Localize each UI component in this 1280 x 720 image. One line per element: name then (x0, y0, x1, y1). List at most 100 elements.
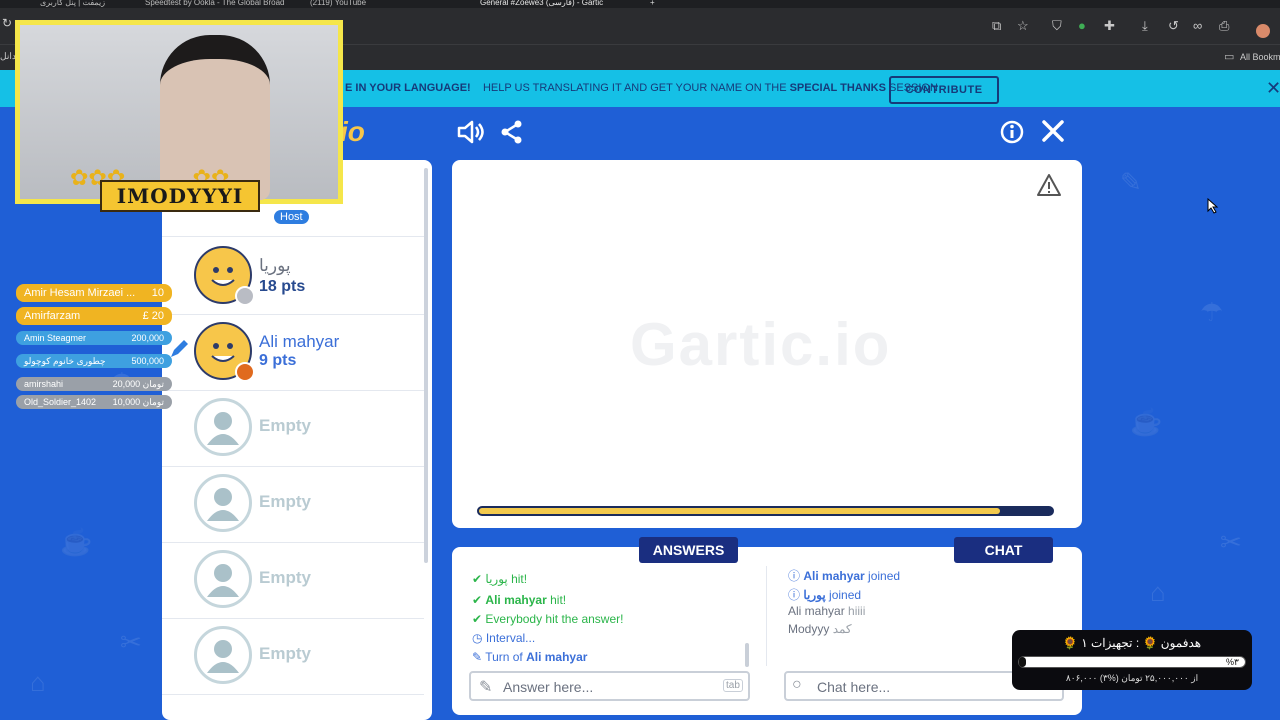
answer-line: ✔ Ali mahyar hit! (472, 593, 566, 607)
donor-name: چطوری خانوم کوچولو (24, 356, 106, 366)
player-name: Ali mahyar (259, 332, 340, 351)
player-row-empty: Empty (162, 542, 424, 619)
bookmark-item[interactable]: دانل (0, 51, 16, 62)
empty-avatar-icon (194, 398, 252, 456)
check-icon: ✔ (472, 572, 483, 586)
player-row-empty: Empty (162, 466, 424, 543)
answer-input[interactable]: ✎ Answer here... tab (469, 671, 750, 701)
all-bookmarks[interactable]: All Bookmarks (1240, 52, 1280, 62)
close-icon[interactable] (1042, 120, 1064, 142)
player-row[interactable]: پوریا 18 pts (162, 238, 424, 315)
empty-avatar-icon (194, 626, 252, 684)
contribute-button[interactable]: CONTRIBUTE (889, 76, 999, 104)
drawing-pen-icon (171, 340, 188, 357)
answer-text: Interval... (485, 631, 536, 645)
player-row-empty: Empty (162, 618, 424, 695)
answers-scrollbar[interactable] (745, 643, 749, 667)
answer-text: hit! (546, 593, 567, 607)
player-name: Empty (259, 644, 311, 663)
answer-text: Turn of (485, 650, 527, 664)
donor-amount: 10 (151, 287, 164, 299)
browser-tab[interactable]: (2119) YouTube (310, 0, 450, 8)
close-banner-icon[interactable]: ✕ (1266, 78, 1280, 99)
donor-amount: £ 20 (142, 310, 164, 322)
donor-amount: 20,000 تومان (112, 379, 164, 389)
answer-line: ✔ Everybody hit the answer! (472, 612, 623, 626)
chat-player: Ali mahyar (788, 604, 845, 618)
host-badge: Host (274, 210, 309, 224)
history-icon[interactable]: ↺ (1168, 18, 1179, 34)
banner-text-prefix: E IN YOUR LANGUAGE! (345, 82, 471, 94)
banner-text-bold: SPECIAL THANKS (789, 82, 886, 94)
players-scrollbar[interactable] (424, 168, 428, 563)
empty-avatar-icon (194, 550, 252, 608)
timer-bar-fill (479, 508, 1000, 514)
check-icon: ✔ (472, 593, 483, 607)
browser-tab[interactable]: زیمفت | پنل کاربری (40, 0, 130, 8)
player-points: 9 pts (259, 352, 297, 369)
answer-placeholder: Answer here... (503, 679, 594, 695)
goal-percent: %۳ (1226, 657, 1239, 667)
donor-row: چطوری خانوم کوچولو 500,000 (16, 354, 172, 368)
answer-player: Ali mahyar (485, 593, 547, 607)
player-name: Empty (259, 568, 311, 587)
chat-divider (766, 566, 767, 666)
folder-icon: ▭ (1224, 51, 1235, 63)
pencil-icon: ✎ (479, 679, 493, 696)
info-icon[interactable] (1000, 120, 1024, 144)
extension-icon[interactable]: ● (1078, 18, 1086, 33)
mouse-cursor-icon (1207, 198, 1219, 214)
player-name: Empty (259, 492, 311, 511)
donor-amount: 500,000 (131, 356, 164, 366)
answer-player: Ali mahyar (526, 650, 588, 664)
player-points: 18 pts (259, 278, 306, 295)
answer-text: hit! (507, 572, 528, 586)
chat-title: CHAT (954, 537, 1053, 563)
reload-icon[interactable]: ↻ (2, 16, 12, 30)
info-icon: ⓘ (788, 569, 801, 583)
logo-fragment: io (340, 116, 365, 147)
link-icon[interactable]: ∞ (1193, 18, 1202, 33)
empty-avatar-icon (194, 474, 252, 532)
chat-player: Ali mahyar (803, 569, 865, 583)
donation-goal-widget: 🌻 هدفمون 🌻 : تجهیزات ۱ %۳ ۸۰۶,۰۰۰ از ۲۵,… (1012, 630, 1252, 690)
new-tab-icon[interactable]: + (650, 0, 660, 8)
chat-line: Modyyy کمد (788, 622, 852, 636)
answer-player: پوریا (485, 572, 508, 586)
donor-name: Amirfarzam (24, 310, 81, 322)
browser-tab-active[interactable]: General #Zoewe3 (فارسی) - Gartic (480, 0, 630, 8)
donor-name: Amir Hesam Mirzaei ... (24, 287, 136, 299)
chat-text: hiiii (844, 604, 866, 618)
chat-text: joined (864, 569, 901, 583)
donor-name: Old_Soldier_1402 (24, 397, 97, 407)
print-icon[interactable]: ⎙ (1219, 18, 1229, 34)
share-icon[interactable] (500, 120, 524, 144)
puzzle-icon[interactable]: ✚ (1104, 18, 1115, 34)
pen-icon: ✎ (472, 650, 483, 664)
star-icon[interactable]: ☆ (1017, 18, 1029, 34)
player-name: پوریا (259, 256, 291, 275)
sound-icon[interactable] (456, 118, 484, 146)
player-row-empty: Empty (162, 390, 424, 467)
profile-avatar[interactable] (1256, 24, 1270, 38)
install-icon[interactable]: ⧉ (992, 18, 1001, 34)
donor-row: Amir Hesam Mirzaei ... 10 (16, 284, 172, 302)
goal-progress-track (1018, 656, 1246, 668)
check-icon: ✔ (472, 612, 483, 626)
shield-icon[interactable]: ⛉ (1052, 18, 1062, 34)
streamer-name-plate: IMODYYYI (100, 180, 260, 212)
browser-tab[interactable]: Speedtest by Ookla - The Global Broadban… (145, 0, 285, 8)
chat-placeholder: Chat here... (817, 679, 891, 695)
drawing-canvas[interactable]: Gartic.io (452, 160, 1082, 528)
donor-row: amirshahi 20,000 تومان (16, 377, 172, 391)
tab-key-hint: tab (723, 679, 743, 692)
browser-tab-bar: زیمفت | پنل کاربری Speedtest by Ookla - … (0, 0, 1280, 8)
download-icon[interactable]: ⤓ (1142, 18, 1148, 34)
chat-player: پوریا (803, 588, 826, 602)
info-icon: ⓘ (788, 588, 801, 602)
report-warning-icon[interactable] (1036, 173, 1062, 197)
player-row-drawing[interactable]: Ali mahyar 9 pts (162, 314, 424, 391)
players-panel: Host پوریا 18 pts Ali mahyar 9 pts Empty… (162, 160, 432, 720)
donor-name: amirshahi (24, 379, 64, 389)
status-dot (235, 362, 255, 382)
